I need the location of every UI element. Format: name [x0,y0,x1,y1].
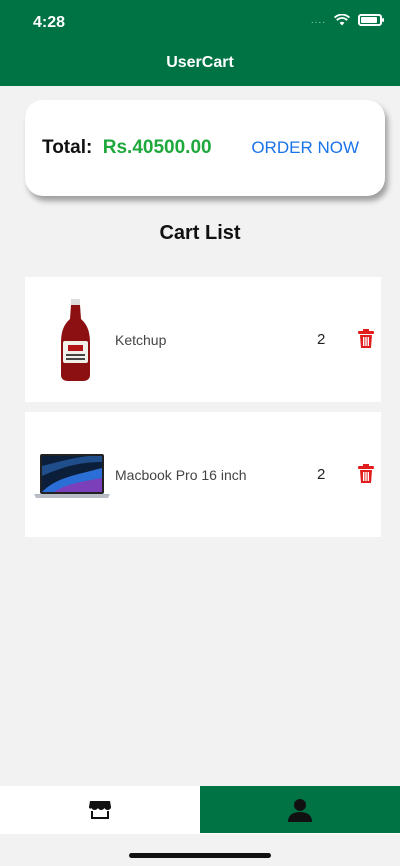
cart-item: Ketchup 2 [25,277,381,402]
signal-dots: .... [310,14,326,26]
wifi-icon [334,14,350,26]
page-title: UserCart [166,54,234,71]
total-label: Total: [42,137,93,158]
battery-icon [358,14,384,26]
trash-icon[interactable] [358,464,374,484]
user-icon [288,798,312,822]
bottom-tab-bar [0,786,400,834]
total-amount: Rs.40500.00 [102,137,212,158]
item-name: Ketchup [115,331,167,348]
trash-icon[interactable] [358,329,374,349]
item-name: Macbook Pro 16 inch [115,466,247,483]
cart-item: Macbook Pro 16 inch 2 [25,412,381,537]
app-header: 4:28 .... UserCart [0,0,400,86]
total-card: Total: Rs.40500.00 ORDER NOW [25,100,385,196]
status-icons: .... [310,14,384,26]
item-quantity: 2 [317,466,326,483]
total-summary: Total: Rs.40500.00 [42,137,212,159]
cart-list-title: Cart List [159,222,241,244]
ketchup-bottle-image [61,299,90,381]
tab-store[interactable] [0,786,200,833]
status-time: 4:28 [33,14,66,31]
order-now-button[interactable]: ORDER NOW [251,138,359,158]
tab-profile[interactable] [200,786,400,833]
item-quantity: 2 [317,331,326,348]
home-indicator [129,853,271,858]
laptop-image [34,454,110,498]
store-icon [89,800,111,819]
